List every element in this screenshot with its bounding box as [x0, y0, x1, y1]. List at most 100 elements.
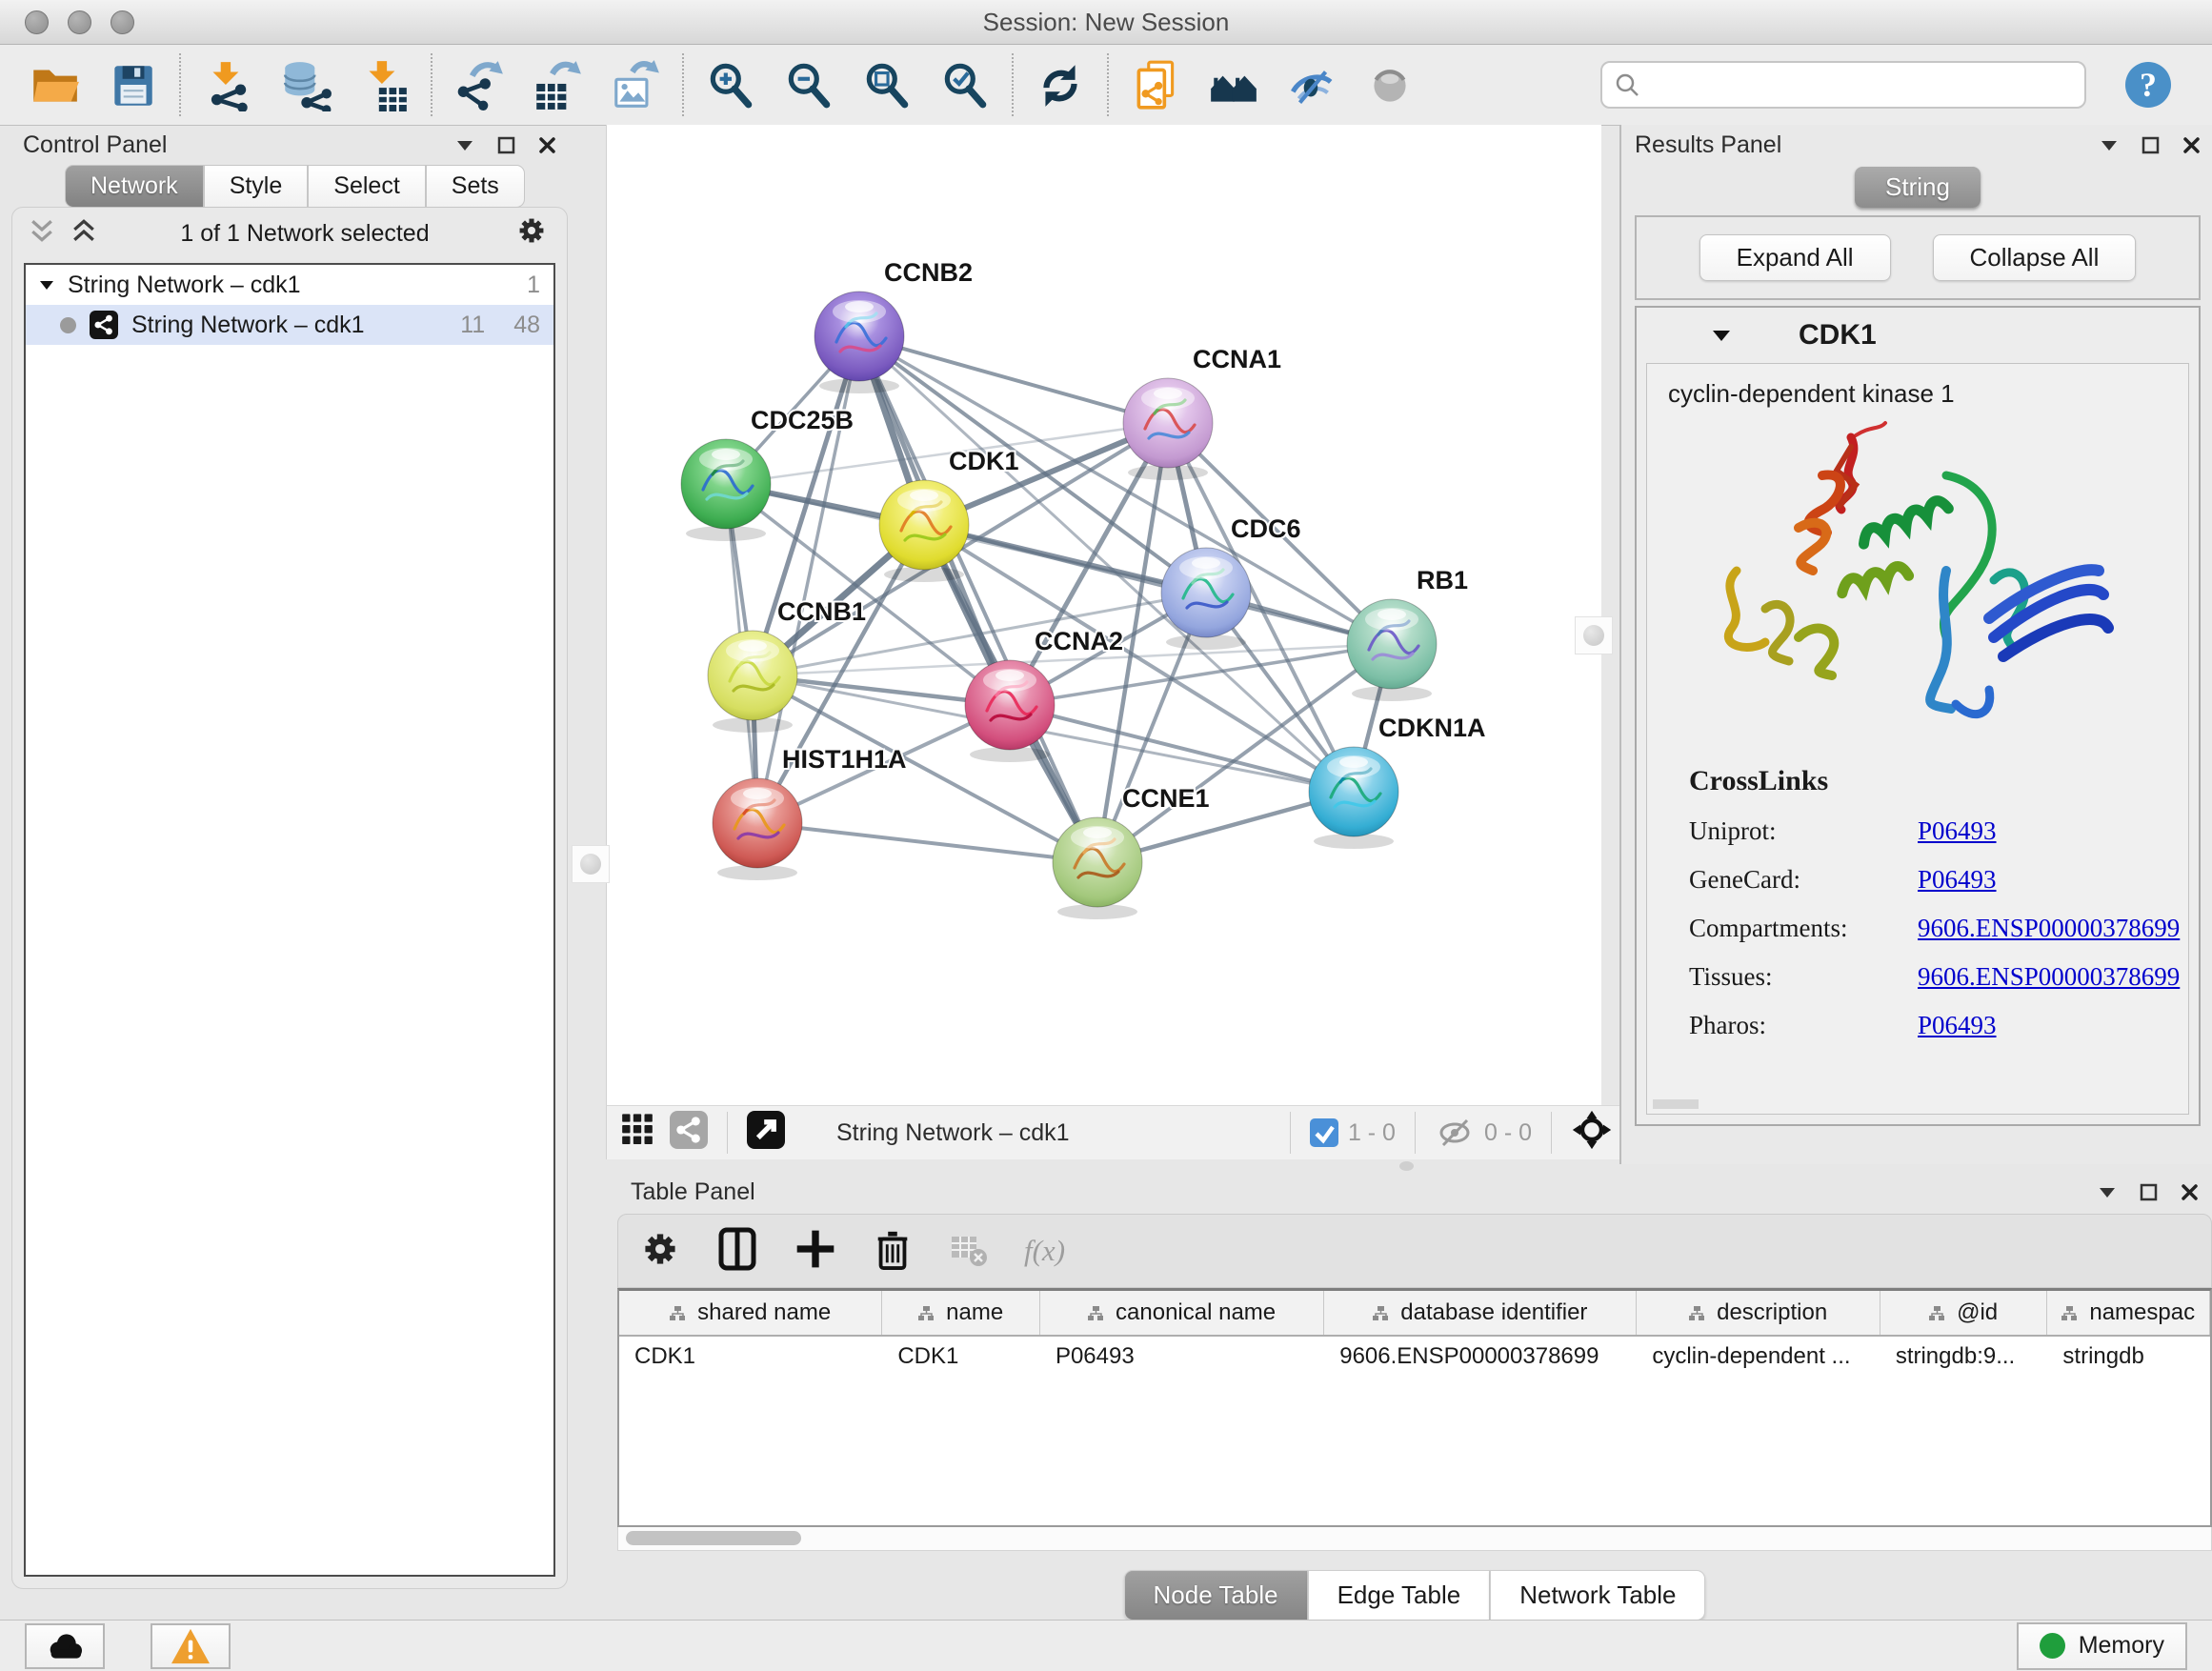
warnings-button[interactable] [151, 1623, 231, 1669]
network-node-rb1[interactable] [1347, 599, 1437, 701]
cell-description[interactable]: cyclin-dependent ... [1637, 1343, 1880, 1370]
delete-table-icon[interactable] [948, 1229, 990, 1274]
export-network-button[interactable] [450, 55, 509, 114]
network-edge[interactable] [859, 336, 1097, 862]
left-splitter-handle[interactable] [572, 845, 610, 883]
close-panel-icon[interactable] [538, 136, 556, 154]
collapse-all-button[interactable]: Collapse All [1933, 234, 2137, 281]
expand-all-networks-icon[interactable] [71, 218, 96, 250]
open-session-button[interactable] [25, 55, 84, 114]
tab-select[interactable]: Select [308, 165, 425, 208]
float-panel-icon[interactable] [2142, 136, 2160, 154]
show-grid-icon[interactable] [618, 1111, 656, 1156]
import-network-from-database-button[interactable] [276, 55, 335, 114]
crosslink-link-uniprot[interactable]: P06493 [1918, 816, 1997, 846]
float-panel-icon[interactable] [497, 136, 515, 154]
network-options-gear-icon[interactable] [513, 212, 550, 255]
tab-sets[interactable]: Sets [426, 165, 525, 208]
cell-name[interactable]: CDK1 [882, 1343, 1040, 1370]
show-graphics-eye-button[interactable] [1360, 55, 1419, 114]
collapse-all-networks-icon[interactable] [30, 218, 54, 250]
section-collapse-triangle-icon[interactable] [1711, 328, 1732, 343]
export-image-button[interactable] [606, 55, 665, 114]
cell-id[interactable]: stringdb:9... [1880, 1343, 2048, 1370]
cell-canonical-name[interactable]: P06493 [1040, 1343, 1324, 1370]
panel-menu-caret-icon[interactable] [455, 137, 474, 152]
network-view-canvas[interactable]: CCNB2CCNA1CDC25BCDK1CDC6RB1CCNB1CCNA2CDK… [606, 125, 1601, 1105]
table-hscrollbar[interactable] [617, 1527, 2212, 1551]
network-node-ccne1[interactable] [1053, 817, 1142, 919]
tab-node-table[interactable]: Node Table [1124, 1570, 1308, 1621]
toggle-panel-eye-button[interactable] [1282, 55, 1341, 114]
network-node-ccna1[interactable] [1123, 378, 1213, 480]
function-builder-button[interactable]: f(x) [1024, 1234, 1065, 1268]
zoom-selected-button[interactable] [935, 55, 995, 114]
tab-style[interactable]: Style [204, 165, 309, 208]
crosslink-link-pharos[interactable]: P06493 [1918, 1011, 1997, 1040]
cell-shared-name[interactable]: CDK1 [619, 1343, 882, 1370]
network-collection-row[interactable]: String Network – cdk1 1 [26, 265, 553, 305]
network-graph[interactable]: CCNB2CCNA1CDC25BCDK1CDC6RB1CCNB1CCNA2CDK… [607, 125, 1601, 1105]
crosslink-link-compartments[interactable]: 9606.ENSP00000378699 [1918, 914, 2180, 943]
tab-network-table[interactable]: Network Table [1490, 1570, 1705, 1621]
search-input[interactable] [1640, 70, 2073, 99]
selected-checkbox-icon[interactable] [1310, 1118, 1338, 1147]
apply-layout-button[interactable] [1031, 55, 1090, 114]
help-button[interactable]: ? [2119, 55, 2178, 114]
tab-string[interactable]: String [1855, 167, 1981, 208]
tab-network[interactable]: Network [65, 165, 204, 208]
save-session-button[interactable] [103, 55, 162, 114]
cell-database-identifier[interactable]: 9606.ENSP00000378699 [1324, 1343, 1637, 1370]
panel-menu-caret-icon[interactable] [2100, 137, 2119, 152]
string-import-button[interactable] [1126, 55, 1185, 114]
network-node-hist1h1a[interactable] [713, 778, 802, 880]
right-splitter-handle[interactable] [1575, 616, 1613, 654]
import-table-button[interactable] [354, 55, 413, 114]
crosslink-link-tissues[interactable]: 9606.ENSP00000378699 [1918, 962, 2180, 992]
network-node-cdc25b[interactable] [681, 439, 771, 541]
float-panel-icon[interactable] [2140, 1183, 2158, 1201]
hidden-eye-icon[interactable] [1435, 1117, 1475, 1148]
create-column-plus-icon[interactable] [794, 1225, 837, 1278]
column-header-database-identifier[interactable]: database identifier [1324, 1291, 1637, 1335]
network-row-selected[interactable]: String Network – cdk1 11 48 [26, 305, 553, 345]
minimize-window-button[interactable] [68, 10, 91, 34]
home-button[interactable] [1204, 55, 1263, 114]
table-hscrollbar-thumb[interactable] [626, 1531, 801, 1545]
inner-scrollbar-thumb[interactable] [1653, 1099, 1699, 1109]
close-window-button[interactable] [25, 10, 49, 34]
collapse-triangle-icon[interactable] [39, 279, 54, 292]
import-network-button[interactable] [198, 55, 257, 114]
show-columns-icon[interactable] [715, 1225, 759, 1278]
close-panel-icon[interactable] [2181, 1183, 2199, 1201]
birdseye-crosshair-icon[interactable] [1571, 1109, 1613, 1158]
maximize-window-button[interactable] [111, 10, 134, 34]
network-edge[interactable] [757, 823, 1097, 862]
zoom-in-button[interactable] [701, 55, 760, 114]
cell-namespac[interactable]: stringdb [2047, 1343, 2210, 1370]
network-node-cdkn1a[interactable] [1309, 747, 1398, 849]
expand-all-button[interactable]: Expand All [1699, 234, 1891, 281]
column-header-canonical-name[interactable]: canonical name [1040, 1291, 1324, 1335]
memory-button[interactable]: Memory [2017, 1622, 2187, 1670]
open-view-in-window-icon[interactable] [747, 1111, 785, 1156]
zoom-out-button[interactable] [779, 55, 838, 114]
export-table-button[interactable] [528, 55, 587, 114]
network-node-ccnb2[interactable] [814, 292, 904, 393]
network-badge-gray-icon[interactable] [670, 1111, 708, 1156]
zoom-fit-content-button[interactable] [857, 55, 916, 114]
close-panel-icon[interactable] [2182, 136, 2201, 154]
tab-edge-table[interactable]: Edge Table [1308, 1570, 1491, 1621]
network-node-ccnb1[interactable] [708, 631, 797, 733]
table-row[interactable]: CDK1CDK1P064939606.ENSP00000378699cyclin… [619, 1337, 2210, 1377]
horizontal-splitter-handle[interactable] [1399, 1161, 1414, 1171]
panel-menu-caret-icon[interactable] [2098, 1184, 2117, 1199]
column-header-id[interactable]: @id [1880, 1291, 2048, 1335]
column-header-name[interactable]: name [882, 1291, 1040, 1335]
table-options-gear-icon[interactable] [639, 1226, 681, 1277]
column-header-shared-name[interactable]: shared name [619, 1291, 882, 1335]
delete-column-trash-icon[interactable] [872, 1225, 914, 1278]
cloud-status-button[interactable] [25, 1623, 105, 1669]
crosslink-link-genecard[interactable]: P06493 [1918, 865, 1997, 895]
column-header-description[interactable]: description [1637, 1291, 1880, 1335]
